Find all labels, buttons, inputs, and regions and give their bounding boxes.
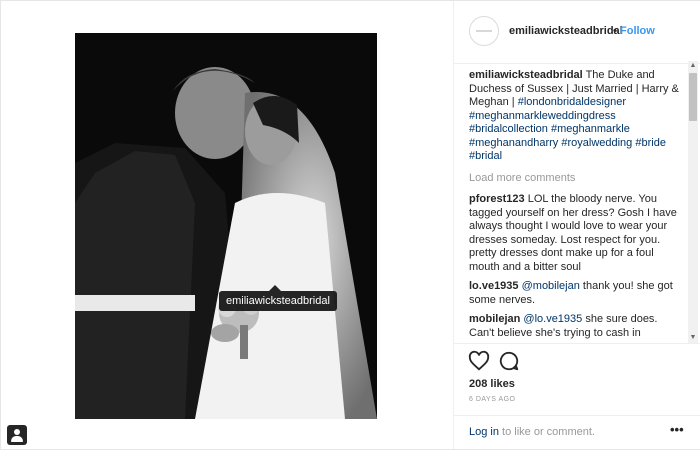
post-photo[interactable]: [75, 33, 377, 419]
comment-username[interactable]: lo.ve1935: [469, 280, 519, 292]
load-more-comments[interactable]: Load more comments: [469, 172, 685, 186]
post-sidebar: emiliawicksteadbridal • Follow emiliawic…: [453, 1, 700, 449]
scroll-thumb[interactable]: [689, 73, 697, 121]
comments-list: emiliawicksteadbridal The Duke and Duche…: [469, 69, 685, 341]
comment-item: mobilejan @lo.ve1935 she sure does. Can'…: [469, 313, 685, 340]
comment-username[interactable]: pforest123: [469, 193, 525, 205]
comment-item: lo.ve1935 @mobilejan thank you! she got …: [469, 280, 685, 307]
comment-icon[interactable]: [498, 350, 520, 372]
caption: emiliawicksteadbridal The Duke and Duche…: [469, 69, 685, 164]
hashtag-link[interactable]: #meghanandharry: [469, 137, 558, 149]
likes-count[interactable]: 208 likes: [469, 378, 515, 390]
media-pane: emiliawicksteadbridal: [1, 1, 453, 449]
caption-username[interactable]: emiliawicksteadbridal: [469, 69, 583, 81]
post-footer: Log in to like or comment. •••: [454, 415, 700, 450]
hashtag-link[interactable]: #bridalcollection: [469, 123, 548, 135]
hashtag-link[interactable]: #bridal: [469, 150, 502, 162]
follow-button[interactable]: Follow: [620, 25, 655, 37]
post-header: emiliawicksteadbridal • Follow: [454, 1, 700, 64]
login-link[interactable]: Log in: [469, 426, 499, 438]
user-tag-icon[interactable]: [7, 425, 27, 445]
login-prompt-text: to like or comment.: [498, 426, 595, 438]
post-modal: emiliawicksteadbridal emiliawicksteadbri…: [0, 0, 700, 450]
avatar-logo-mark: [476, 30, 492, 32]
hashtag-link[interactable]: #bride: [635, 137, 666, 149]
header-username[interactable]: emiliawicksteadbridal: [509, 25, 623, 37]
post-date: 6 DAYS AGO: [469, 396, 516, 403]
hashtag-link[interactable]: #londonbridaldesigner: [518, 96, 626, 108]
login-prompt: Log in to like or comment.: [469, 426, 595, 438]
hashtag-link[interactable]: #meghanmarkle: [551, 123, 630, 135]
more-options-icon[interactable]: •••: [670, 422, 684, 437]
user-tag-icon-body: [11, 436, 23, 442]
comment-item: pforest123 LOL the bloody nerve. You tag…: [469, 193, 685, 274]
user-tag-bubble[interactable]: emiliawicksteadbridal: [219, 285, 337, 311]
user-tag-icon-head: [14, 429, 20, 435]
avatar[interactable]: [469, 16, 499, 46]
scroll-down-arrow-icon[interactable]: ▼: [688, 333, 698, 343]
comment-mention[interactable]: @mobilejan: [522, 280, 580, 292]
separator-dot: •: [613, 25, 617, 37]
comment-mention[interactable]: @lo.ve1935: [523, 313, 582, 325]
scroll-up-arrow-icon[interactable]: ▲: [688, 61, 698, 71]
comment-username[interactable]: mobilejan: [469, 313, 520, 325]
heart-icon[interactable]: [468, 350, 490, 372]
wedding-photo-illustration: [75, 33, 377, 419]
hashtag-link[interactable]: #royalwedding: [561, 137, 632, 149]
comments-scrollbar[interactable]: ▲ ▼: [688, 61, 698, 343]
post-actions: 208 likes 6 DAYS AGO: [454, 343, 700, 403]
hashtag-link[interactable]: #meghanmarkleweddingdress: [469, 110, 616, 122]
